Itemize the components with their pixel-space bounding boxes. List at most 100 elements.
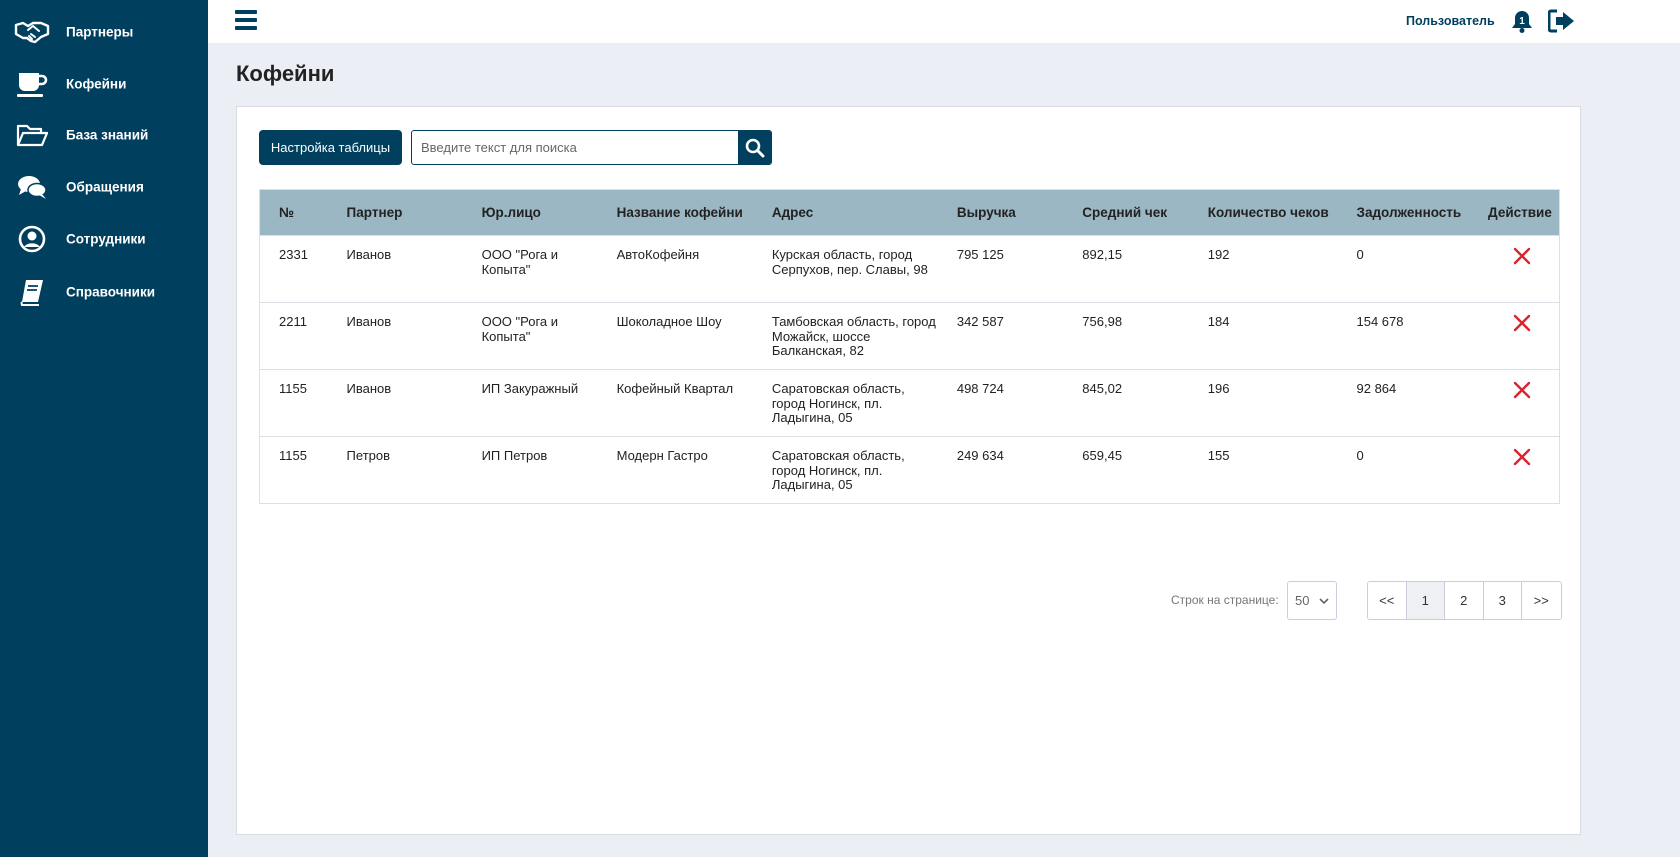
column-header-checks[interactable]: Количество чеков: [1189, 190, 1338, 236]
column-header-partner[interactable]: Партнер: [328, 190, 463, 236]
cell-action: [1469, 235, 1560, 303]
sidebar-item-label: База знаний: [66, 127, 149, 143]
cell-action: [1469, 302, 1560, 370]
cell-avg-check: 756,98: [1063, 302, 1189, 370]
column-header-number[interactable]: №: [260, 190, 328, 236]
sidebar-item-label: Справочники: [66, 284, 156, 300]
cell-checks: 196: [1188, 369, 1338, 437]
cell-entity: ООО "Рога и Копыта": [462, 235, 598, 303]
cell-address: Саратовская область, город Ногинск, пл. …: [752, 369, 938, 437]
delete-icon[interactable]: [1512, 246, 1532, 266]
pagination-next-button[interactable]: >>: [1522, 582, 1561, 619]
cell-revenue: 795 125: [937, 235, 1064, 303]
cell-debt: 0: [1337, 235, 1470, 303]
table-row[interactable]: 2331 Иванов ООО "Рога и Копыта" АвтоКофе…: [259, 235, 1560, 303]
rows-per-page-value: 50: [1295, 593, 1310, 608]
sidebar-item-knowledge-base[interactable]: База знаний: [0, 113, 208, 157]
folder-open-icon: [14, 120, 50, 150]
chevron-down-icon: [1319, 598, 1329, 605]
cell-partner: Иванов: [327, 302, 463, 370]
handshake-icon: [14, 17, 50, 47]
cell-checks: 155: [1188, 436, 1338, 504]
column-header-debt[interactable]: Задолженность: [1338, 190, 1470, 236]
cell-entity: ИП Петров: [462, 436, 598, 504]
main-card: Настройка таблицы № Партнер Юр.лицо Назв…: [236, 106, 1581, 835]
column-header-revenue[interactable]: Выручка: [938, 190, 1063, 236]
sidebar: Партнеры Кофейни База знаний Обращения С…: [0, 0, 208, 857]
top-bar: Пользователь 1: [208, 0, 1680, 43]
column-header-avg-check[interactable]: Средний чек: [1063, 190, 1188, 236]
pagination-prev-button[interactable]: <<: [1368, 582, 1407, 619]
cell-partner: Иванов: [327, 369, 463, 437]
table-row[interactable]: 2211 Иванов ООО "Рога и Копыта" Шоколадн…: [259, 302, 1560, 370]
cell-revenue: 342 587: [937, 302, 1064, 370]
sidebar-item-label: Партнеры: [66, 24, 134, 40]
delete-icon[interactable]: [1512, 380, 1532, 400]
cell-name: Кофейный Квартал: [597, 369, 753, 437]
cell-debt: 92 864: [1337, 369, 1470, 437]
user-name-link[interactable]: Пользователь: [1406, 14, 1495, 28]
cell-avg-check: 892,15: [1063, 235, 1189, 303]
cell-number: 1155: [259, 436, 328, 504]
search-button[interactable]: [738, 131, 771, 164]
chat-bubbles-icon: [14, 172, 50, 202]
sidebar-item-requests[interactable]: Обращения: [0, 165, 208, 209]
table-row[interactable]: 1155 Иванов ИП Закуражный Кофейный Кварт…: [259, 369, 1560, 437]
column-header-entity[interactable]: Юр.лицо: [463, 190, 598, 236]
sidebar-item-label: Сотрудники: [66, 231, 146, 247]
cell-entity: ИП Закуражный: [462, 369, 598, 437]
pagination-page-3[interactable]: 3: [1483, 582, 1522, 619]
delete-icon[interactable]: [1512, 313, 1532, 333]
cell-action: [1469, 369, 1560, 437]
logout-icon[interactable]: [1547, 9, 1576, 33]
search-input[interactable]: [412, 131, 739, 164]
sidebar-item-partners[interactable]: Партнеры: [0, 10, 208, 54]
cell-debt: 154 678: [1337, 302, 1470, 370]
notification-count: 1: [1519, 16, 1525, 27]
cell-address: Саратовская область, город Ногинск, пл. …: [752, 436, 938, 504]
column-header-name[interactable]: Название кофейни: [598, 190, 753, 236]
hamburger-menu-icon[interactable]: [235, 10, 257, 32]
rows-per-page-select[interactable]: 50: [1287, 581, 1337, 620]
cell-partner: Иванов: [327, 235, 463, 303]
search-icon: [745, 138, 764, 157]
sidebar-item-directories[interactable]: Справочники: [0, 270, 208, 314]
delete-icon[interactable]: [1512, 447, 1532, 467]
cell-avg-check: 659,45: [1063, 436, 1189, 504]
cell-entity: ООО "Рога и Копыта": [462, 302, 598, 370]
pagination-page-1[interactable]: 1: [1406, 582, 1445, 619]
cell-name: Шоколадное Шоу: [597, 302, 753, 370]
cell-name: АвтоКофейня: [597, 235, 753, 303]
sidebar-item-label: Кофейни: [66, 76, 127, 92]
sidebar-item-coffee-shops[interactable]: Кофейни: [0, 62, 208, 106]
coffee-cup-icon: [14, 69, 50, 99]
cell-address: Тамбовская область, город Можайск, шоссе…: [752, 302, 938, 370]
pagination: << 1 2 3 >>: [1367, 581, 1562, 620]
cell-number: 2211: [259, 302, 328, 370]
cell-number: 2331: [259, 235, 328, 303]
rows-per-page-label: Строк на странице:: [1171, 593, 1279, 607]
book-icon: [14, 277, 50, 307]
table-header-row: № Партнер Юр.лицо Название кофейни Адрес…: [259, 189, 1560, 236]
cell-debt: 0: [1337, 436, 1470, 504]
cell-partner: Петров: [327, 436, 463, 504]
page-title: Кофейни: [236, 61, 335, 86]
column-header-action: Действие: [1488, 205, 1552, 220]
coffee-shops-table: № Партнер Юр.лицо Название кофейни Адрес…: [259, 189, 1560, 504]
table-settings-button[interactable]: Настройка таблицы: [259, 130, 402, 165]
sidebar-item-employees[interactable]: Сотрудники: [0, 217, 208, 261]
cell-address: Курская область, город Серпухов, пер. Сл…: [752, 235, 938, 303]
cell-revenue: 498 724: [937, 369, 1064, 437]
table-row[interactable]: 1155 Петров ИП Петров Модерн Гастро Сара…: [259, 436, 1560, 504]
cell-avg-check: 845,02: [1063, 369, 1189, 437]
cell-checks: 184: [1188, 302, 1338, 370]
cell-action: [1469, 436, 1560, 504]
search-box: [411, 130, 772, 165]
pagination-page-2[interactable]: 2: [1445, 582, 1484, 619]
column-header-address[interactable]: Адрес: [753, 190, 938, 236]
notification-bell-icon[interactable]: 1: [1511, 9, 1533, 33]
cell-number: 1155: [259, 369, 328, 437]
cell-checks: 192: [1188, 235, 1338, 303]
sidebar-item-label: Обращения: [66, 179, 144, 195]
user-circle-icon: [14, 224, 50, 254]
